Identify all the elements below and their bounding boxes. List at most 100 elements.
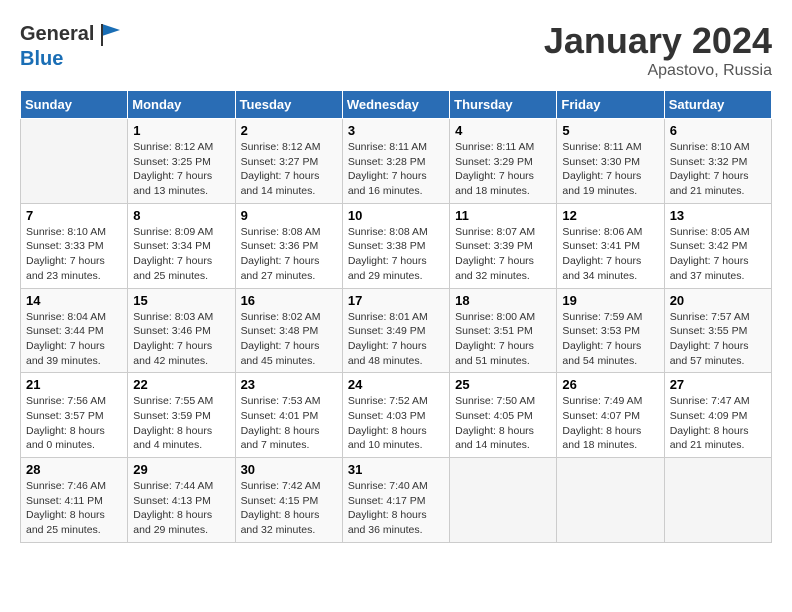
day-info: Sunrise: 8:04 AM Sunset: 3:44 PM Dayligh… bbox=[26, 310, 122, 369]
calendar-cell: 5 Sunrise: 8:11 AM Sunset: 3:30 PM Daylig… bbox=[557, 119, 664, 204]
day-number: 17 bbox=[348, 293, 444, 308]
calendar-cell: 24 Sunrise: 7:52 AM Sunset: 4:03 PM Dayli… bbox=[342, 373, 449, 458]
calendar-cell: 21 Sunrise: 7:56 AM Sunset: 3:57 PM Dayli… bbox=[21, 373, 128, 458]
day-info: Sunrise: 7:55 AM Sunset: 3:59 PM Dayligh… bbox=[133, 394, 229, 453]
weekday-header: Sunday bbox=[21, 91, 128, 119]
calendar-cell: 7 Sunrise: 8:10 AM Sunset: 3:33 PM Daylig… bbox=[21, 203, 128, 288]
calendar-cell: 4Sunrise: 8:11 AM Sunset: 3:29 PM Daylig… bbox=[450, 119, 557, 204]
logo-flag-icon bbox=[98, 20, 126, 48]
day-info: Sunrise: 7:56 AM Sunset: 3:57 PM Dayligh… bbox=[26, 394, 122, 453]
calendar-cell bbox=[557, 458, 664, 543]
day-info: Sunrise: 8:11 AM Sunset: 3:28 PM Dayligh… bbox=[348, 140, 444, 199]
calendar-cell: 10Sunrise: 8:08 AM Sunset: 3:38 PM Dayli… bbox=[342, 203, 449, 288]
calendar-cell bbox=[21, 119, 128, 204]
day-info: Sunrise: 7:57 AM Sunset: 3:55 PM Dayligh… bbox=[670, 310, 766, 369]
day-info: Sunrise: 8:02 AM Sunset: 3:48 PM Dayligh… bbox=[241, 310, 337, 369]
day-info: Sunrise: 7:44 AM Sunset: 4:13 PM Dayligh… bbox=[133, 479, 229, 538]
calendar-cell bbox=[664, 458, 771, 543]
calendar-cell: 26Sunrise: 7:49 AM Sunset: 4:07 PM Dayli… bbox=[557, 373, 664, 458]
day-info: Sunrise: 7:50 AM Sunset: 4:05 PM Dayligh… bbox=[455, 394, 551, 453]
calendar-cell: 31 Sunrise: 7:40 AM Sunset: 4:17 PM Dayli… bbox=[342, 458, 449, 543]
day-number: 14 bbox=[26, 293, 122, 308]
calendar-week-row: 1 Sunrise: 8:12 AM Sunset: 3:25 PM Daylig… bbox=[21, 119, 772, 204]
day-number: 24 bbox=[348, 377, 444, 392]
calendar-cell: 1 Sunrise: 8:12 AM Sunset: 3:25 PM Daylig… bbox=[128, 119, 235, 204]
page-header: General Blue January 2024 Apastovo, Russ… bbox=[20, 20, 772, 80]
calendar-week-row: 7 Sunrise: 8:10 AM Sunset: 3:33 PM Daylig… bbox=[21, 203, 772, 288]
calendar-cell: 15Sunrise: 8:03 AM Sunset: 3:46 PM Dayli… bbox=[128, 288, 235, 373]
logo-text-general: General bbox=[20, 23, 94, 45]
location-label: Apastovo, Russia bbox=[544, 62, 772, 80]
day-number: 28 bbox=[26, 462, 122, 477]
calendar-week-row: 14 Sunrise: 8:04 AM Sunset: 3:44 PM Dayli… bbox=[21, 288, 772, 373]
calendar-cell: 22Sunrise: 7:55 AM Sunset: 3:59 PM Dayli… bbox=[128, 373, 235, 458]
day-info: Sunrise: 8:12 AM Sunset: 3:27 PM Dayligh… bbox=[241, 140, 337, 199]
day-info: Sunrise: 8:12 AM Sunset: 3:25 PM Dayligh… bbox=[133, 140, 229, 199]
month-title: January 2024 bbox=[544, 20, 772, 62]
day-number: 16 bbox=[241, 293, 337, 308]
day-number: 29 bbox=[133, 462, 229, 477]
calendar-cell: 11 Sunrise: 8:07 AM Sunset: 3:39 PM Dayli… bbox=[450, 203, 557, 288]
calendar-cell: 29 Sunrise: 7:44 AM Sunset: 4:13 PM Dayli… bbox=[128, 458, 235, 543]
day-info: Sunrise: 8:07 AM Sunset: 3:39 PM Dayligh… bbox=[455, 225, 551, 284]
day-number: 6 bbox=[670, 123, 766, 138]
calendar-cell: 13 Sunrise: 8:05 AM Sunset: 3:42 PM Dayli… bbox=[664, 203, 771, 288]
day-number: 8 bbox=[133, 208, 229, 223]
calendar-cell: 25Sunrise: 7:50 AM Sunset: 4:05 PM Dayli… bbox=[450, 373, 557, 458]
calendar-cell: 14 Sunrise: 8:04 AM Sunset: 3:44 PM Dayli… bbox=[21, 288, 128, 373]
calendar-cell: 27 Sunrise: 7:47 AM Sunset: 4:09 PM Dayli… bbox=[664, 373, 771, 458]
day-info: Sunrise: 7:47 AM Sunset: 4:09 PM Dayligh… bbox=[670, 394, 766, 453]
day-info: Sunrise: 7:59 AM Sunset: 3:53 PM Dayligh… bbox=[562, 310, 658, 369]
weekday-header: Friday bbox=[557, 91, 664, 119]
calendar-cell: 30Sunrise: 7:42 AM Sunset: 4:15 PM Dayli… bbox=[235, 458, 342, 543]
day-number: 9 bbox=[241, 208, 337, 223]
calendar-cell bbox=[450, 458, 557, 543]
day-info: Sunrise: 8:10 AM Sunset: 3:32 PM Dayligh… bbox=[670, 140, 766, 199]
day-info: Sunrise: 8:08 AM Sunset: 3:38 PM Dayligh… bbox=[348, 225, 444, 284]
day-number: 23 bbox=[241, 377, 337, 392]
day-number: 1 bbox=[133, 123, 229, 138]
calendar-cell: 18 Sunrise: 8:00 AM Sunset: 3:51 PM Dayli… bbox=[450, 288, 557, 373]
day-info: Sunrise: 8:06 AM Sunset: 3:41 PM Dayligh… bbox=[562, 225, 658, 284]
calendar-header-row: SundayMondayTuesdayWednesdayThursdayFrid… bbox=[21, 91, 772, 119]
day-number: 19 bbox=[562, 293, 658, 308]
calendar-cell: 20Sunrise: 7:57 AM Sunset: 3:55 PM Dayli… bbox=[664, 288, 771, 373]
day-info: Sunrise: 8:11 AM Sunset: 3:30 PM Dayligh… bbox=[562, 140, 658, 199]
weekday-header: Thursday bbox=[450, 91, 557, 119]
calendar-table: SundayMondayTuesdayWednesdayThursdayFrid… bbox=[20, 90, 772, 543]
calendar-week-row: 21 Sunrise: 7:56 AM Sunset: 3:57 PM Dayli… bbox=[21, 373, 772, 458]
day-number: 13 bbox=[670, 208, 766, 223]
calendar-cell: 17 Sunrise: 8:01 AM Sunset: 3:49 PM Dayli… bbox=[342, 288, 449, 373]
calendar-cell: 28 Sunrise: 7:46 AM Sunset: 4:11 PM Dayli… bbox=[21, 458, 128, 543]
day-number: 7 bbox=[26, 208, 122, 223]
calendar-week-row: 28 Sunrise: 7:46 AM Sunset: 4:11 PM Dayli… bbox=[21, 458, 772, 543]
day-info: Sunrise: 8:01 AM Sunset: 3:49 PM Dayligh… bbox=[348, 310, 444, 369]
day-info: Sunrise: 7:42 AM Sunset: 4:15 PM Dayligh… bbox=[241, 479, 337, 538]
day-info: Sunrise: 7:46 AM Sunset: 4:11 PM Dayligh… bbox=[26, 479, 122, 538]
day-number: 31 bbox=[348, 462, 444, 477]
day-number: 5 bbox=[562, 123, 658, 138]
calendar-cell: 12 Sunrise: 8:06 AM Sunset: 3:41 PM Dayli… bbox=[557, 203, 664, 288]
day-info: Sunrise: 8:03 AM Sunset: 3:46 PM Dayligh… bbox=[133, 310, 229, 369]
day-number: 18 bbox=[455, 293, 551, 308]
day-info: Sunrise: 7:52 AM Sunset: 4:03 PM Dayligh… bbox=[348, 394, 444, 453]
weekday-header: Tuesday bbox=[235, 91, 342, 119]
logo-text-blue: Blue bbox=[20, 48, 126, 70]
calendar-cell: 16 Sunrise: 8:02 AM Sunset: 3:48 PM Dayli… bbox=[235, 288, 342, 373]
day-info: Sunrise: 8:05 AM Sunset: 3:42 PM Dayligh… bbox=[670, 225, 766, 284]
day-number: 21 bbox=[26, 377, 122, 392]
calendar-cell: 3 Sunrise: 8:11 AM Sunset: 3:28 PM Daylig… bbox=[342, 119, 449, 204]
day-info: Sunrise: 7:40 AM Sunset: 4:17 PM Dayligh… bbox=[348, 479, 444, 538]
day-info: Sunrise: 8:09 AM Sunset: 3:34 PM Dayligh… bbox=[133, 225, 229, 284]
calendar-cell: 6 Sunrise: 8:10 AM Sunset: 3:32 PM Daylig… bbox=[664, 119, 771, 204]
day-info: Sunrise: 8:00 AM Sunset: 3:51 PM Dayligh… bbox=[455, 310, 551, 369]
day-info: Sunrise: 8:11 AM Sunset: 3:29 PM Dayligh… bbox=[455, 140, 551, 199]
day-number: 12 bbox=[562, 208, 658, 223]
logo: General Blue bbox=[20, 20, 126, 70]
day-number: 27 bbox=[670, 377, 766, 392]
day-info: Sunrise: 8:08 AM Sunset: 3:36 PM Dayligh… bbox=[241, 225, 337, 284]
day-number: 11 bbox=[455, 208, 551, 223]
calendar-cell: 23Sunrise: 7:53 AM Sunset: 4:01 PM Dayli… bbox=[235, 373, 342, 458]
day-number: 3 bbox=[348, 123, 444, 138]
day-info: Sunrise: 8:10 AM Sunset: 3:33 PM Dayligh… bbox=[26, 225, 122, 284]
